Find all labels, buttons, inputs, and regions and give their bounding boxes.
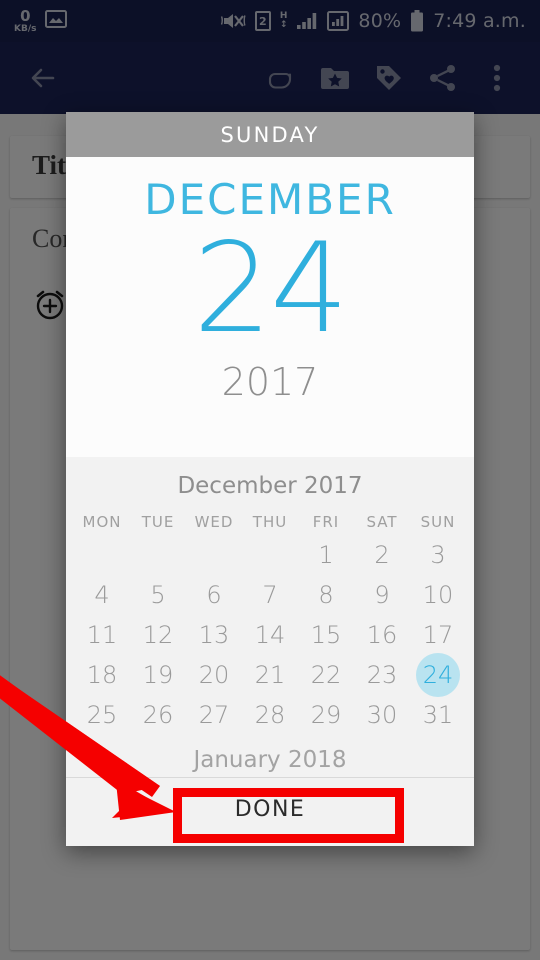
calendar-day-cell[interactable]: 25: [74, 695, 130, 735]
calendar-day-cell[interactable]: 16: [354, 615, 410, 655]
calendar-day-number: 18: [86, 661, 118, 689]
calendar-day-cell[interactable]: 10: [410, 575, 466, 615]
calendar-day-number: 31: [422, 701, 454, 729]
calendar-day-number: 17: [422, 621, 454, 649]
calendar-day-name: WED: [194, 513, 234, 531]
calendar-day-number: 1: [318, 541, 334, 569]
calendar-day-name: TUE: [141, 513, 175, 531]
dialog-selected-date: DECEMBER 24 2017: [66, 157, 474, 457]
calendar-section: December 2017 MON TUE WED THU FRI SAT SUN 1234…: [66, 457, 474, 775]
calendar-day-cell[interactable]: 23: [354, 655, 410, 695]
calendar-day-name: FRI: [312, 513, 340, 531]
calendar-day-number: 4: [94, 581, 110, 609]
done-button[interactable]: DONE: [195, 789, 346, 830]
calendar-day-number: 28: [254, 701, 286, 729]
calendar-day-cell[interactable]: 22: [298, 655, 354, 695]
calendar-month-label: December 2017: [177, 473, 363, 499]
dialog-actions: DONE: [66, 778, 474, 840]
calendar-blank-cell: [242, 535, 298, 575]
calendar-day-cell[interactable]: 11: [74, 615, 130, 655]
calendar-day-name: SAT: [366, 513, 398, 531]
calendar-day-number: 29: [310, 701, 342, 729]
calendar-day-cell[interactable]: 15: [298, 615, 354, 655]
calendar-day-cell[interactable]: 14: [242, 615, 298, 655]
calendar-day-number: 26: [142, 701, 174, 729]
calendar-day-cell[interactable]: 4: [74, 575, 130, 615]
calendar-day-number: 10: [422, 581, 454, 609]
calendar-day-cell[interactable]: 2: [354, 535, 410, 575]
calendar-day-cell[interactable]: 1: [298, 535, 354, 575]
calendar-day-number: 13: [198, 621, 230, 649]
calendar-day-number: 30: [366, 701, 398, 729]
calendar-day-number: 22: [310, 661, 342, 689]
selected-month-label: DECEMBER: [144, 175, 396, 224]
date-picker-dialog: SUNDAY DECEMBER 24 2017 December 2017 MO…: [66, 112, 474, 846]
calendar-day-number: 23: [366, 661, 398, 689]
calendar-day-number: 20: [198, 661, 230, 689]
calendar-day-number: 27: [198, 701, 230, 729]
calendar-day-selected[interactable]: 24: [410, 653, 466, 697]
calendar-day-cell[interactable]: 9: [354, 575, 410, 615]
selected-day-label: 24: [193, 217, 349, 361]
calendar-day-cell[interactable]: 30: [354, 695, 410, 735]
calendar-day-number: 19: [142, 661, 174, 689]
calendar-day-cell[interactable]: 31: [410, 695, 466, 735]
dialog-weekday-header: SUNDAY: [66, 112, 474, 157]
calendar-day-number: 15: [310, 621, 342, 649]
calendar-blank-cell: [186, 535, 242, 575]
calendar-day-cell[interactable]: 3: [410, 535, 466, 575]
calendar-day-number: 2: [374, 541, 390, 569]
calendar-day-cell[interactable]: 20: [186, 655, 242, 695]
calendar-day-names-row: MON TUE WED THU FRI SAT SUN: [66, 507, 474, 535]
calendar-day-cell[interactable]: 26: [130, 695, 186, 735]
calendar-day-number: 7: [262, 581, 278, 609]
calendar-day-cell[interactable]: 28: [242, 695, 298, 735]
calendar-day-cell[interactable]: 29: [298, 695, 354, 735]
calendar-day-cell[interactable]: 19: [130, 655, 186, 695]
calendar-day-number: 14: [254, 621, 286, 649]
calendar-day-number: 9: [374, 581, 390, 609]
calendar-day-number: 8: [318, 581, 334, 609]
calendar-day-cell[interactable]: 21: [242, 655, 298, 695]
calendar-day-number: 11: [86, 621, 118, 649]
calendar-day-number: 12: [142, 621, 174, 649]
calendar-day-name: THU: [252, 513, 288, 531]
calendar-day-number: 24: [422, 661, 454, 689]
selected-year-label: 2017: [221, 360, 319, 404]
calendar-days-grid[interactable]: 1 2 3 4 5 6 7 8 9 10 11 12 13 14 15 16 17 18 19 20 21 22 23 24 2…: [66, 535, 474, 735]
calendar-blank-cell: [74, 535, 130, 575]
calendar-day-cell[interactable]: 17: [410, 615, 466, 655]
calendar-day-cell[interactable]: 7: [242, 575, 298, 615]
calendar-day-number: 6: [206, 581, 222, 609]
calendar-day-name: MON: [82, 513, 122, 531]
calendar-day-cell[interactable]: 12: [130, 615, 186, 655]
calendar-next-month-label: January 2018: [193, 747, 347, 773]
calendar-day-number: 21: [254, 661, 286, 689]
calendar-day-cell[interactable]: 27: [186, 695, 242, 735]
calendar-day-cell[interactable]: 8: [298, 575, 354, 615]
calendar-day-name: SUN: [420, 513, 456, 531]
calendar-day-number: 16: [366, 621, 398, 649]
calendar-day-number: 25: [86, 701, 118, 729]
calendar-day-cell[interactable]: 6: [186, 575, 242, 615]
calendar-day-number: 3: [430, 541, 446, 569]
calendar-blank-cell: [130, 535, 186, 575]
calendar-day-cell[interactable]: 5: [130, 575, 186, 615]
calendar-day-cell[interactable]: 18: [74, 655, 130, 695]
screen: 0 KB/s 2 H ↕: [0, 0, 540, 960]
calendar-day-number: 5: [150, 581, 166, 609]
calendar-day-cell[interactable]: 13: [186, 615, 242, 655]
